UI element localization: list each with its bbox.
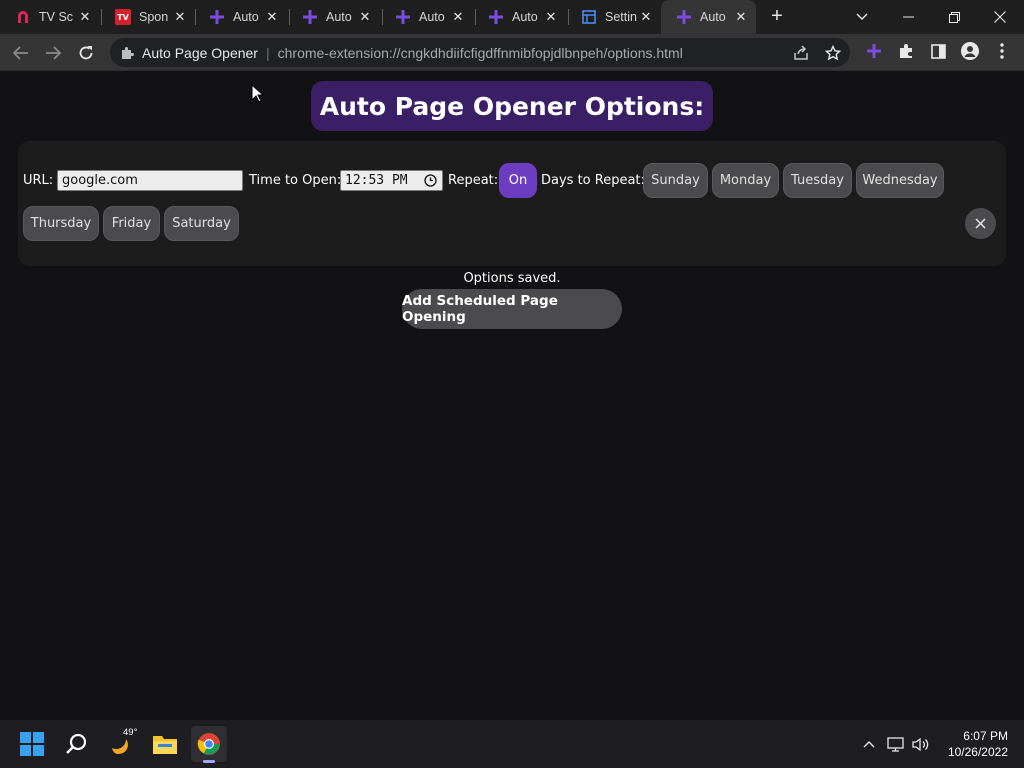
clock-date: 10/26/2022 [947,745,1008,759]
tab-close-icon[interactable]: ✕ [734,10,748,24]
plus-icon [395,9,411,25]
forward-icon[interactable] [40,40,66,66]
browser-tab-active[interactable]: Auto ✕ [661,0,756,34]
plus-icon [209,9,225,25]
status-message: Options saved. [463,271,561,286]
days-label: Days to Repeat: [541,173,645,188]
day-saturday-button[interactable]: Saturday [164,206,239,241]
tab-close-icon[interactable]: ✕ [173,10,187,24]
day-sunday-button[interactable]: Sunday [643,163,708,198]
browser-tab[interactable]: Settin ✕ [566,0,661,34]
browser-tab[interactable]: TV Sc ✕ [0,0,100,34]
browser-tab[interactable]: TV Spon ✕ [100,0,195,34]
tab-close-icon[interactable]: ✕ [265,10,279,24]
tab-title: Auto [512,10,538,24]
remove-row-button[interactable] [965,208,996,239]
back-icon[interactable] [8,40,34,66]
repeat-toggle[interactable]: On [499,163,537,198]
file-explorer-icon[interactable] [147,726,183,762]
profile-avatar-icon[interactable] [959,40,981,62]
plus-icon [488,9,504,25]
day-monday-button[interactable]: Monday [712,163,779,198]
share-icon[interactable] [792,44,810,62]
tab-close-icon[interactable]: ✕ [358,10,372,24]
omnibox-separator: | [265,44,270,61]
new-tab-icon[interactable]: + [766,6,788,28]
windows-start-icon[interactable] [14,726,50,762]
page-title: Auto Page Opener Options: [311,81,713,131]
url-input[interactable]: google.com [57,170,243,191]
scheduled-page-row: URL: google.com Time to Open: 12:53 PM R… [18,141,1006,266]
windows-taskbar: 49° 6:07 PM 10/26/2022 [0,720,1024,768]
browser-tab[interactable]: Auto ✕ [287,0,380,34]
tab-close-icon[interactable]: ✕ [451,10,465,24]
network-icon[interactable] [886,734,906,754]
menu-kebab-icon[interactable] [991,40,1013,62]
day-thursday-button[interactable]: Thursday [23,206,99,241]
reload-icon[interactable] [73,40,99,66]
clock-icon[interactable] [424,174,437,187]
system-clock[interactable]: 6:07 PM 10/26/2022 [942,728,1008,760]
plus-icon [302,9,318,25]
time-label: Time to Open: [249,173,342,188]
time-value: 12:53 PM [345,173,408,188]
browser-tab-strip: TV Sc ✕ TV Spon ✕ Auto ✕ Auto ✕ Auto ✕ A… [0,0,1024,34]
browser-tab[interactable]: Auto ✕ [473,0,566,34]
tab-close-icon[interactable]: ✕ [544,10,558,24]
tab-title: Settin [605,10,637,24]
svg-text:TV: TV [117,13,129,22]
magnet-icon [15,9,31,25]
repeat-label: Repeat: [448,173,499,188]
tab-title: Auto [419,10,445,24]
show-hidden-icons-chevron-icon[interactable] [859,734,879,754]
tab-title: Auto [233,10,259,24]
chrome-icon[interactable] [191,726,227,763]
day-tuesday-button[interactable]: Tuesday [783,163,852,198]
close-window-icon[interactable] [978,0,1022,34]
tab-title: Auto [326,10,352,24]
tab-title: Auto [700,10,726,24]
browser-tab[interactable]: Auto ✕ [194,0,287,34]
url-text: chrome-extension://cngkdhdiifcfigdffnmib… [277,44,683,61]
plus-icon [676,9,692,25]
time-input[interactable]: 12:53 PM [340,170,443,191]
settings-doc-icon [581,9,597,25]
close-icon [975,218,986,229]
extensions-puzzle-icon[interactable] [895,40,917,62]
volume-icon[interactable] [911,734,931,754]
tab-title: TV Sc [39,10,73,24]
tv-guide-icon: TV [115,9,131,25]
tab-close-icon[interactable]: ✕ [78,10,92,24]
site-name: Auto Page Opener [142,44,258,61]
address-bar[interactable]: Auto Page Opener | chrome-extension://cn… [110,38,850,67]
side-panel-icon[interactable] [927,40,949,62]
bookmark-star-icon[interactable] [824,44,842,62]
tab-title: Spon [139,10,169,24]
add-scheduled-page-button[interactable]: Add Scheduled Page Opening [402,289,622,329]
mouse-cursor-icon [251,84,263,103]
day-wednesday-button[interactable]: Wednesday [856,163,944,198]
tab-search-chevron-icon[interactable] [840,0,884,34]
puzzle-icon [120,46,134,60]
search-icon[interactable] [58,726,94,762]
minimize-icon[interactable] [886,0,930,34]
tab-close-icon[interactable]: ✕ [639,10,653,24]
url-label: URL: [23,173,54,188]
active-app-indicator [203,760,215,763]
restore-icon[interactable] [932,0,976,34]
weather-temperature: 49° [123,727,138,738]
browser-tab[interactable]: Auto ✕ [380,0,473,34]
options-page: Auto Page Opener Options: URL: google.co… [0,71,1024,720]
extension-plus-icon[interactable] [863,40,885,62]
clock-time: 6:07 PM [963,729,1008,743]
day-friday-button[interactable]: Friday [103,206,160,241]
